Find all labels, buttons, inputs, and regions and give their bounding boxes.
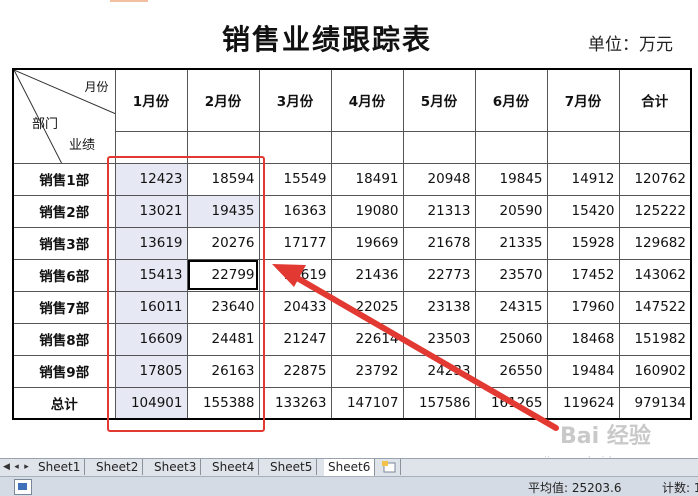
red-highlight-box bbox=[107, 156, 265, 432]
month-axis-label: 月份 bbox=[84, 80, 109, 94]
value-cell[interactable]: 120762 bbox=[618, 162, 692, 196]
dept-name-cell[interactable]: 销售3部 bbox=[12, 226, 116, 260]
header-cell[interactable]: 7月份 bbox=[546, 68, 620, 132]
value-cell[interactable]: 23138 bbox=[402, 290, 476, 324]
value-cell[interactable]: 15549 bbox=[258, 162, 332, 196]
tab-sheet3[interactable]: Sheet3 bbox=[150, 459, 202, 475]
corner-header-cell[interactable]: 月份 部门 业绩 bbox=[12, 68, 116, 164]
tab-sheet5[interactable]: Sheet5 bbox=[266, 459, 318, 475]
first-sheet-icon[interactable]: ◀ bbox=[2, 459, 11, 476]
value-cell[interactable]: 125222 bbox=[618, 194, 692, 228]
value-cell[interactable]: 129682 bbox=[618, 226, 692, 260]
value-cell[interactable]: 17177 bbox=[258, 226, 332, 260]
status-count: 计数: 16 bbox=[662, 481, 698, 495]
value-cell[interactable]: 19619 bbox=[258, 258, 332, 292]
value-cell[interactable]: 19845 bbox=[474, 162, 548, 196]
value-cell[interactable]: 23570 bbox=[474, 258, 548, 292]
header-cell[interactable]: 1月份 bbox=[114, 68, 188, 132]
prev-sheet-icon[interactable]: ◂ bbox=[12, 459, 21, 476]
value-cell[interactable]: 20590 bbox=[474, 194, 548, 228]
value-cell[interactable]: 21247 bbox=[258, 322, 332, 356]
value-cell[interactable]: 151982 bbox=[618, 322, 692, 356]
header-cell[interactable]: 3月份 bbox=[258, 68, 332, 132]
value-cell[interactable]: 24233 bbox=[402, 354, 476, 388]
cell-highlight-line bbox=[110, 0, 148, 2]
perf-axis-label: 业绩 bbox=[69, 138, 96, 153]
value-cell[interactable]: 23503 bbox=[402, 322, 476, 356]
insert-sheet-icon[interactable] bbox=[380, 459, 401, 475]
value-cell[interactable]: 147107 bbox=[330, 386, 404, 420]
empty-cell[interactable] bbox=[402, 130, 476, 164]
value-cell[interactable]: 18468 bbox=[546, 322, 620, 356]
value-cell[interactable]: 161265 bbox=[474, 386, 548, 420]
value-cell[interactable]: 22025 bbox=[330, 290, 404, 324]
empty-cell[interactable] bbox=[474, 130, 548, 164]
header-cell[interactable]: 5月份 bbox=[402, 68, 476, 132]
value-cell[interactable]: 25060 bbox=[474, 322, 548, 356]
sheet-tab-bar: ◀ ◂ ▸ Sheet1 Sheet2 Sheet3 Sheet4 Sheet5 Shee… bbox=[0, 458, 698, 477]
value-cell[interactable]: 133263 bbox=[258, 386, 332, 420]
dept-name-cell[interactable]: 销售6部 bbox=[12, 258, 116, 292]
value-cell[interactable]: 160902 bbox=[618, 354, 692, 388]
value-cell[interactable]: 26550 bbox=[474, 354, 548, 388]
value-cell[interactable]: 22875 bbox=[258, 354, 332, 388]
header-cell[interactable]: 2月份 bbox=[186, 68, 260, 132]
header-cell[interactable]: 6月份 bbox=[474, 68, 548, 132]
dept-name-cell[interactable]: 销售2部 bbox=[12, 194, 116, 228]
value-cell[interactable]: 19484 bbox=[546, 354, 620, 388]
unit-label: 单位：万元 bbox=[588, 35, 673, 55]
tab-sheet2[interactable]: Sheet2 bbox=[92, 459, 144, 475]
value-cell[interactable]: 20433 bbox=[258, 290, 332, 324]
value-cell[interactable]: 23792 bbox=[330, 354, 404, 388]
value-cell[interactable]: 17960 bbox=[546, 290, 620, 324]
empty-cell[interactable] bbox=[618, 130, 692, 164]
value-cell[interactable]: 143062 bbox=[618, 258, 692, 292]
dept-name-cell[interactable]: 销售7部 bbox=[12, 290, 116, 324]
sheet-title: 销售业绩跟踪表 bbox=[222, 23, 433, 56]
value-cell[interactable]: 19080 bbox=[330, 194, 404, 228]
dept-name-cell[interactable]: 总计 bbox=[12, 386, 116, 420]
dept-axis-label: 部门 bbox=[32, 117, 59, 132]
next-sheet-icon[interactable]: ▸ bbox=[22, 459, 31, 476]
empty-cell[interactable] bbox=[258, 130, 332, 164]
dept-name-cell[interactable]: 销售8部 bbox=[12, 322, 116, 356]
empty-cell[interactable] bbox=[330, 130, 404, 164]
value-cell[interactable]: 15420 bbox=[546, 194, 620, 228]
dept-name-cell[interactable]: 销售9部 bbox=[12, 354, 116, 388]
value-cell[interactable]: 21335 bbox=[474, 226, 548, 260]
value-cell[interactable]: 147522 bbox=[618, 290, 692, 324]
value-cell[interactable]: 16363 bbox=[258, 194, 332, 228]
value-cell[interactable]: 15928 bbox=[546, 226, 620, 260]
empty-cell[interactable] bbox=[546, 130, 620, 164]
value-cell[interactable]: 21436 bbox=[330, 258, 404, 292]
macro-record-icon[interactable] bbox=[14, 479, 32, 495]
value-cell[interactable]: 19669 bbox=[330, 226, 404, 260]
tab-sheet4[interactable]: Sheet4 bbox=[208, 459, 260, 475]
tab-sheet1[interactable]: Sheet1 bbox=[34, 459, 86, 475]
value-cell[interactable]: 157586 bbox=[402, 386, 476, 420]
value-cell[interactable]: 21678 bbox=[402, 226, 476, 260]
value-cell[interactable]: 24315 bbox=[474, 290, 548, 324]
value-cell[interactable]: 14912 bbox=[546, 162, 620, 196]
watermark-text: Bai 经验 bbox=[560, 424, 651, 449]
header-cell[interactable]: 合计 bbox=[618, 68, 692, 132]
value-cell[interactable]: 21313 bbox=[402, 194, 476, 228]
dept-name-cell[interactable]: 销售1部 bbox=[12, 162, 116, 196]
value-cell[interactable]: 22773 bbox=[402, 258, 476, 292]
status-average: 平均值: 25203.6 bbox=[528, 481, 622, 495]
status-bar: 平均值: 25203.6 计数: 16 bbox=[0, 476, 698, 496]
value-cell[interactable]: 17452 bbox=[546, 258, 620, 292]
value-cell[interactable]: 119624 bbox=[546, 386, 620, 420]
value-cell[interactable]: 20948 bbox=[402, 162, 476, 196]
value-cell[interactable]: 18491 bbox=[330, 162, 404, 196]
header-cell[interactable]: 4月份 bbox=[330, 68, 404, 132]
value-cell[interactable]: 979134 bbox=[618, 386, 692, 420]
tab-sheet6[interactable]: Sheet6 bbox=[324, 459, 376, 477]
value-cell[interactable]: 22614 bbox=[330, 322, 404, 356]
